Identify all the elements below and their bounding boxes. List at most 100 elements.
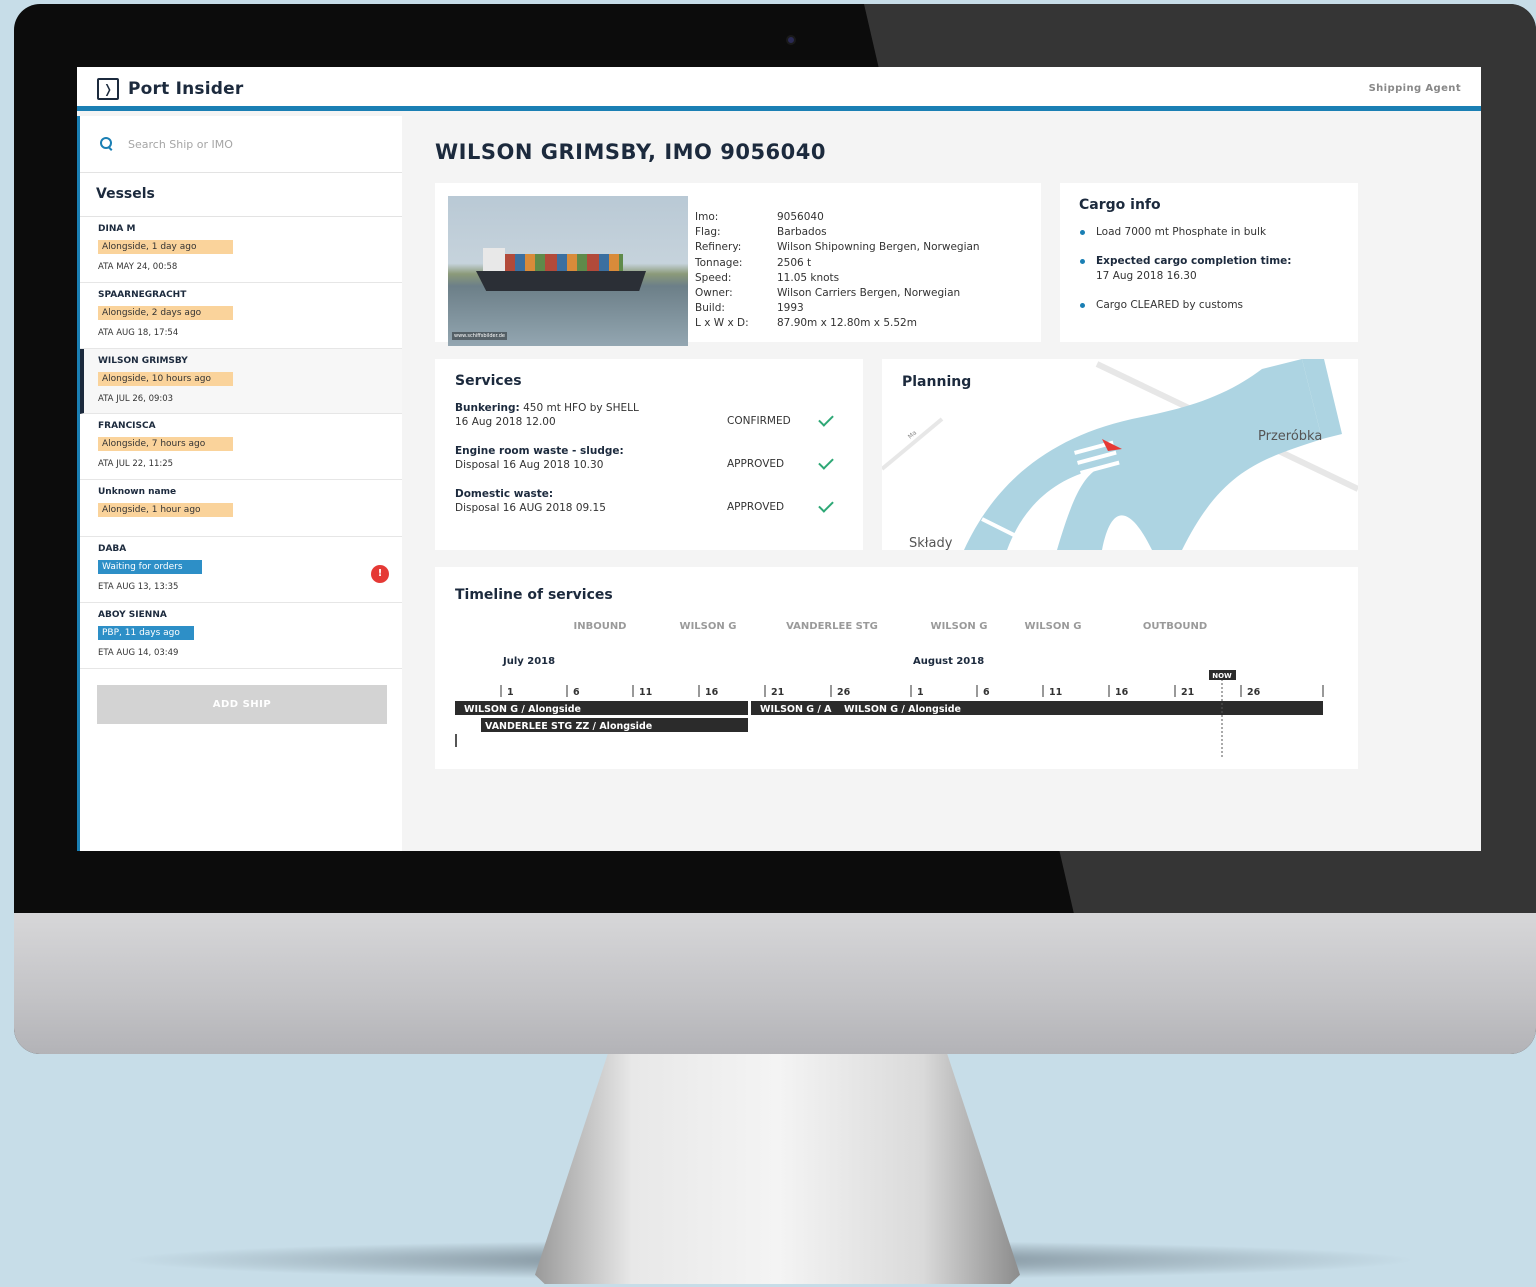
vessel-name: WILSON GRIMSBY <box>98 356 188 366</box>
timeline-phase-label: WILSON G <box>680 621 737 632</box>
service-description: Engine room waste - sludge: Disposal 16 … <box>455 444 727 472</box>
timeline-tick-label: 11 <box>639 687 652 698</box>
page-title: WILSON GRIMSBY, IMO 9056040 <box>435 140 826 164</box>
vessel-item-wilson-grimsby[interactable]: WILSON GRIMSBY Alongside, 10 hours ago A… <box>80 349 402 414</box>
photo-caption: www.schiffsbilder.de <box>452 332 507 340</box>
vessel-name: SPAARNEGRACHT <box>98 290 187 300</box>
service-description: Domestic waste: Disposal 16 AUG 2018 09.… <box>455 487 727 515</box>
timeline-bar-label: WILSON G / A <box>760 704 832 715</box>
timeline-bar <box>751 701 1323 715</box>
service-name: Bunkering: <box>455 402 520 414</box>
search-input[interactable] <box>128 137 368 151</box>
spec-label: L x W x D: <box>695 317 749 330</box>
service-status: APPROVED <box>727 458 785 470</box>
timeline-chart[interactable]: Timeline of services INBOUND WILSON G VAND… <box>435 567 1358 769</box>
timeline-phase-label: OUTBOUND <box>1143 621 1207 632</box>
service-status: CONFIRMED <box>727 415 791 427</box>
planning-card: Przeróbka Składy Ma Planning <box>882 359 1358 550</box>
vessel-time: ATA AUG 18, 17:54 <box>98 328 179 338</box>
spec-label: Tonnage: <box>695 256 743 269</box>
timeline-cursor <box>455 734 457 747</box>
timeline-bar-label: WILSON G / Alongside <box>464 704 581 715</box>
timeline-month-label: July 2018 <box>502 656 555 667</box>
webcam-icon <box>786 35 796 45</box>
spec-label: Build: <box>695 302 725 315</box>
vessel-name: FRANCISCA <box>98 421 156 431</box>
timeline-phase-label: INBOUND <box>573 621 626 632</box>
vessel-time: ATA JUL 26, 09:03 <box>98 394 174 404</box>
service-description: Bunkering: 450 mt HFO by SHELL 16 Aug 20… <box>455 401 727 429</box>
service-time: Disposal 16 AUG 2018 09.15 <box>455 502 606 514</box>
service-row-domestic-waste[interactable]: Domestic waste: Disposal 16 AUG 2018 09.… <box>455 487 843 515</box>
timeline-tick-label: 16 <box>1115 687 1129 698</box>
ship-photo[interactable]: www.schiffsbilder.de <box>448 196 688 346</box>
spec-label: Flag: <box>695 226 721 239</box>
spec-value: 2506 t <box>777 256 812 269</box>
map-road <box>882 417 944 471</box>
app-logo[interactable]: ❭ Port Insider <box>97 78 243 100</box>
timeline-card: Timeline of services INBOUND WILSON G VAND… <box>435 567 1358 769</box>
check-icon <box>818 454 834 470</box>
ship-details-card: www.schiffsbilder.de Imo: 9056040 Flag: Ba… <box>435 183 1041 346</box>
vessel-time: ETA AUG 14, 03:49 <box>98 648 179 658</box>
timeline-tick-label: 1 <box>917 687 924 698</box>
add-ship-button[interactable]: ADD SHIP <box>97 685 387 724</box>
status-badge: Alongside, 1 hour ago <box>98 503 233 517</box>
vessel-item-unknown[interactable]: Unknown name Alongside, 1 hour ago <box>80 480 402 537</box>
vessels-heading: Vessels <box>80 173 402 217</box>
ship-bridge <box>483 248 505 274</box>
main-content: WILSON GRIMSBY, IMO 9056040 www.schiffsb… <box>402 116 1481 851</box>
vessel-name: Unknown name <box>98 487 177 497</box>
status-badge: PBP, 11 days ago <box>98 626 194 640</box>
alert-icon[interactable]: ! <box>371 565 389 583</box>
cargo-item-text: Cargo CLEARED by customs <box>1096 299 1244 311</box>
spec-value: 87.90m x 12.80m x 5.52m <box>777 317 917 330</box>
timeline-tick-label: 26 <box>837 687 851 698</box>
vessel-name: DINA M <box>98 224 136 234</box>
service-row-engine-waste[interactable]: Engine room waste - sludge: Disposal 16 … <box>455 444 843 472</box>
vessel-item-aboy-sienna[interactable]: ABOY SIENNA PBP, 11 days ago ETA AUG 14,… <box>80 603 402 669</box>
cargo-item-text: 17 Aug 2018 16.30 <box>1096 270 1197 282</box>
timeline-phase-label: VANDERLEE STG <box>786 621 878 632</box>
vessel-item-dina-m[interactable]: DINA M Alongside, 1 day ago ATA MAY 24, … <box>80 217 402 283</box>
app-name: Port Insider <box>128 79 244 99</box>
monitor-chin <box>14 913 1536 1054</box>
timeline-bar-label: VANDERLEE STG ZZ / Alongside <box>485 721 652 732</box>
service-time: Disposal 16 Aug 2018 10.30 <box>455 459 604 471</box>
cargo-item-label: Expected cargo completion time: <box>1096 255 1292 267</box>
cargo-info-card: Cargo info Load 7000 mt Phosphate in bul… <box>1060 183 1358 342</box>
spec-label: Speed: <box>695 271 732 284</box>
vessel-item-daba[interactable]: DABA Waiting for orders ETA AUG 13, 13:3… <box>80 537 402 603</box>
ship-hull <box>476 271 646 291</box>
vessel-time: ATA JUL 22, 11:25 <box>98 459 174 469</box>
cargo-item: Cargo CLEARED by customs <box>1079 298 1339 313</box>
timeline-phase-label: WILSON G <box>1025 621 1082 632</box>
services-card: Services Bunkering: 450 mt HFO by SHELL … <box>435 359 863 550</box>
search-icon[interactable] <box>100 137 114 151</box>
service-row-bunkering[interactable]: Bunkering: 450 mt HFO by SHELL 16 Aug 20… <box>455 401 843 429</box>
sidebar: Vessels DINA M Alongside, 1 day ago ATA … <box>77 116 402 851</box>
ship-specs: Imo: 9056040 Flag: Barbados Refinery: Wilso… <box>695 210 980 332</box>
app-screen: ❭ Port Insider Shipping Agent Vessels DI… <box>77 67 1481 851</box>
vessel-item-spaarnegracht[interactable]: SPAARNEGRACHT Alongside, 2 days ago ATA … <box>80 283 402 349</box>
timeline-title: Timeline of services <box>455 587 613 603</box>
timeline-tick-label: 11 <box>1049 687 1062 698</box>
timeline-tick-label: 6 <box>983 687 990 698</box>
timeline-month-label: August 2018 <box>913 656 984 667</box>
monitor-stand <box>535 1054 1020 1284</box>
vessel-item-francisca[interactable]: FRANCISCA Alongside, 7 hours ago ATA JUL… <box>80 414 402 480</box>
cargo-item: Expected cargo completion time: 17 Aug 20… <box>1079 254 1339 284</box>
service-status: APPROVED <box>727 501 785 513</box>
status-badge: Alongside, 7 hours ago <box>98 437 233 451</box>
timeline-tick-label: 1 <box>507 687 514 698</box>
spec-label: Imo: <box>695 211 719 223</box>
search-bar <box>80 116 402 173</box>
map-label: Przeróbka <box>1258 429 1322 444</box>
vessel-time: ATA MAY 24, 00:58 <box>98 262 178 272</box>
port-insider-logo-icon: ❭ <box>97 78 119 100</box>
timeline-tick-label: 16 <box>705 687 719 698</box>
vessel-name: ABOY SIENNA <box>98 610 167 620</box>
spec-label: Refinery: <box>695 241 742 254</box>
spec-value: 11.05 knots <box>777 271 840 284</box>
user-role[interactable]: Shipping Agent <box>1369 83 1461 94</box>
